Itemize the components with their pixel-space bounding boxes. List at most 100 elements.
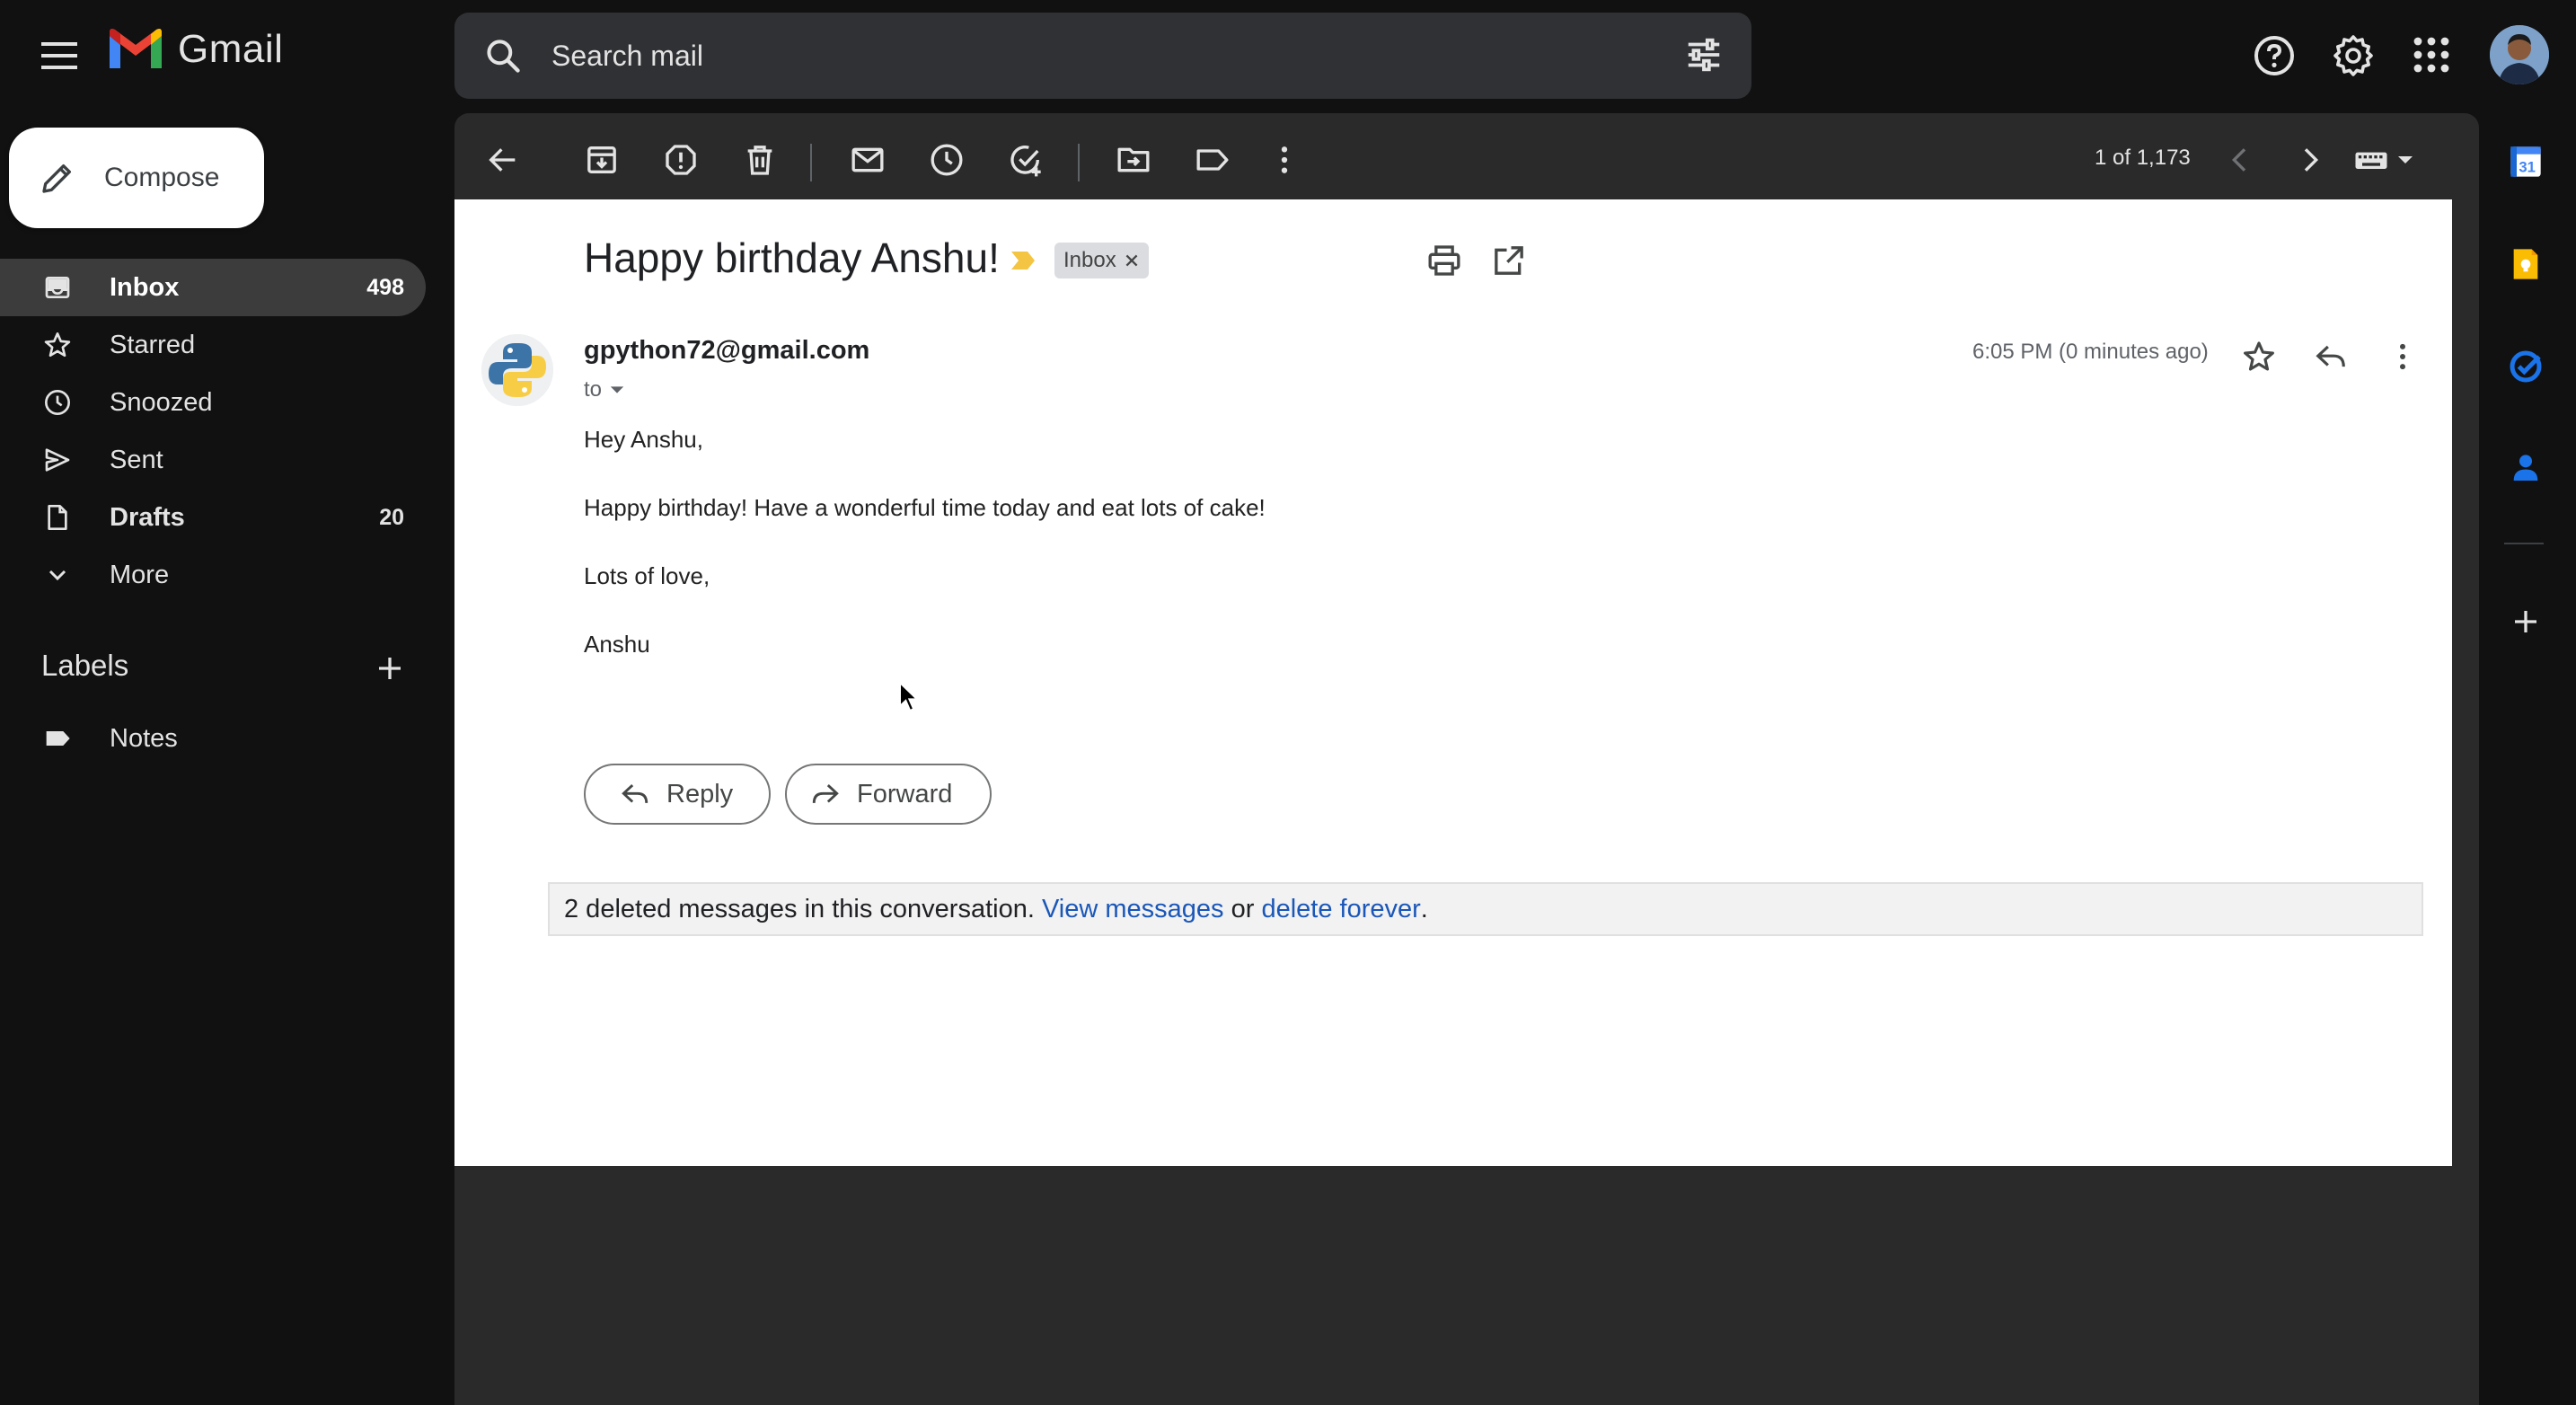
keyboard-icon	[2355, 152, 2387, 169]
search-options-icon[interactable]	[1683, 34, 1725, 75]
email-view: Happy birthday Anshu! Inbox gpython72@gm…	[454, 199, 2452, 1166]
forward-icon	[812, 784, 839, 803]
sidebar-item-label: Notes	[110, 723, 178, 753]
plus-icon	[2515, 611, 2536, 632]
star-icon	[44, 332, 71, 358]
sidebar-item-drafts[interactable]: Drafts 20	[0, 489, 426, 546]
search-bar[interactable]	[454, 13, 1751, 99]
sidebar-item-notes[interactable]: Notes	[0, 710, 426, 767]
draft-count: 20	[379, 504, 404, 530]
sidebar-item-starred[interactable]: Starred	[0, 316, 426, 374]
sidebar-item-more[interactable]: More	[0, 546, 426, 604]
labels-heading: Labels	[41, 649, 129, 682]
support-button[interactable]	[2253, 34, 2296, 77]
sidebar-item-snoozed[interactable]: Snoozed	[0, 374, 426, 431]
create-label-button[interactable]	[374, 652, 406, 685]
search-icon[interactable]	[483, 36, 523, 75]
notice-or-text: or	[1231, 894, 1255, 923]
calendar-icon: 31	[2510, 146, 2541, 177]
get-addons-button[interactable]	[2510, 605, 2542, 638]
search-input[interactable]	[550, 38, 1631, 74]
sidebar-item-label: Inbox	[110, 272, 180, 302]
move-to-icon[interactable]	[1116, 142, 1151, 178]
pencil-icon	[42, 164, 72, 193]
recipients-toggle[interactable]: to	[584, 377, 625, 402]
keep-icon	[2513, 249, 2538, 279]
reply-label: Reply	[666, 779, 734, 809]
trash-icon[interactable]	[742, 142, 778, 178]
archive-icon[interactable]	[584, 142, 620, 178]
to-label: to	[584, 377, 603, 402]
sender-avatar	[481, 334, 553, 406]
remove-label-icon[interactable]	[1125, 254, 1138, 267]
email-body-line: Happy birthday! Have a wonderful time to…	[584, 494, 1266, 521]
sidebar-item-label: Sent	[110, 445, 163, 474]
google-apps-button[interactable]	[2413, 36, 2450, 74]
caret-down-icon	[610, 386, 624, 393]
message-toolbar: 1 of 1,173	[454, 124, 2479, 199]
caret-down-icon	[2398, 156, 2413, 163]
back-arrow-icon[interactable]	[485, 142, 521, 178]
chevron-down-icon	[49, 570, 66, 581]
sender-email[interactable]: gpython72@gmail.com	[584, 336, 869, 366]
reply-button[interactable]: Reply	[584, 764, 771, 825]
app-name: Gmail	[178, 27, 284, 71]
star-icon[interactable]	[2242, 340, 2276, 374]
input-tools-button[interactable]	[2353, 142, 2414, 178]
sidebar-item-label: Snoozed	[110, 387, 213, 417]
more-options-icon[interactable]	[1266, 142, 1302, 178]
label-as-icon[interactable]	[1195, 142, 1231, 178]
email-body-line: Hey Anshu,	[584, 426, 703, 453]
main-menu-button[interactable]	[34, 31, 84, 81]
hamburger-menu-icon	[41, 42, 77, 69]
delete-forever-link[interactable]: delete forever	[1261, 895, 1420, 924]
sidebar-nav: Inbox 498 Starred Snoozed Sent Drafts 20…	[0, 259, 426, 604]
print-icon[interactable]	[1426, 243, 1462, 278]
inbox-label-chip: Inbox	[1054, 243, 1149, 278]
sidebar-item-inbox[interactable]: Inbox 498	[0, 259, 426, 316]
email-body-line: Lots of love,	[584, 562, 710, 589]
compose-button[interactable]: Compose	[9, 128, 264, 228]
more-options-icon[interactable]	[2386, 340, 2420, 374]
deleted-messages-notice: 2 deleted messages in this conversation.…	[548, 882, 2423, 936]
snooze-icon[interactable]	[929, 142, 965, 178]
reply-icon[interactable]	[2314, 340, 2348, 374]
gmail-logo[interactable]: Gmail	[106, 27, 283, 72]
importance-marker-icon[interactable]	[1010, 250, 1037, 271]
keep-app-button[interactable]	[2508, 246, 2544, 282]
inbox-icon	[45, 277, 70, 298]
sidebar-item-label: Starred	[110, 330, 196, 359]
tasks-app-button[interactable]	[2508, 349, 2544, 384]
mark-unread-icon[interactable]	[850, 142, 886, 178]
contacts-app-button[interactable]	[2508, 449, 2544, 485]
report-spam-icon[interactable]	[663, 142, 699, 178]
send-icon	[45, 448, 70, 472]
gear-icon	[2333, 35, 2373, 76]
draft-icon	[48, 505, 67, 530]
sidebar-item-label: More	[110, 560, 170, 589]
chevron-right-icon[interactable]	[2292, 142, 2328, 178]
add-to-tasks-icon[interactable]	[1008, 142, 1044, 178]
user-avatar-icon	[2490, 25, 2549, 84]
unread-count: 498	[366, 274, 404, 300]
email-subject: Happy birthday Anshu!	[584, 234, 1000, 281]
svg-text:31: 31	[2519, 159, 2536, 176]
sidebar-item-label: Drafts	[110, 502, 185, 532]
label-icon	[46, 731, 70, 746]
open-in-new-window-icon[interactable]	[1491, 243, 1527, 278]
notice-period: .	[1420, 894, 1428, 923]
email-body-line: Anshu	[584, 631, 650, 658]
python-logo-icon	[481, 334, 553, 406]
contacts-icon	[2513, 455, 2538, 481]
forward-label: Forward	[857, 779, 953, 809]
sidebar-item-sent[interactable]: Sent	[0, 431, 426, 489]
settings-button[interactable]	[2332, 34, 2375, 77]
chevron-left-icon[interactable]	[2222, 142, 2258, 178]
deleted-notice-text: 2 deleted messages in this conversation.	[564, 894, 1035, 923]
message-counter: 1 of 1,173	[2095, 146, 2191, 170]
toolbar-divider	[810, 144, 812, 181]
calendar-app-button[interactable]: 31	[2508, 144, 2544, 180]
account-avatar[interactable]	[2490, 25, 2549, 84]
forward-button[interactable]: Forward	[785, 764, 992, 825]
view-messages-link[interactable]: View messages	[1042, 895, 1224, 924]
